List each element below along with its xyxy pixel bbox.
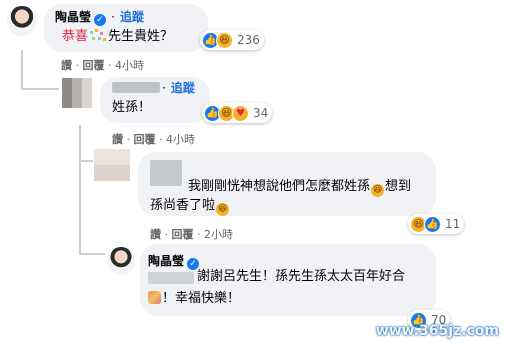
separator-dot: · — [111, 10, 115, 24]
avatar[interactable] — [94, 149, 130, 181]
comment-actions: 讚 · 回覆 · 2小時 — [150, 226, 233, 242]
comment-text: 孫尚香了啦 😆 — [150, 197, 230, 216]
separator-dot: · — [108, 59, 112, 72]
haha-icon: 😆 — [216, 203, 230, 216]
comment-text-highlight: 恭喜 — [62, 29, 89, 44]
comment-actions: 讚 · 回覆 · 4小時 — [112, 131, 195, 147]
thread-line — [79, 160, 93, 162]
thread-line — [21, 88, 59, 90]
thread-line — [79, 253, 105, 255]
reaction-count: 34 — [253, 106, 269, 120]
comment-header: 陶晶瑩 ✓ · 追蹤 — [55, 8, 144, 26]
redacted-text — [148, 272, 194, 284]
comment-text-line2: ！幸福快樂！ — [162, 291, 241, 306]
reactions-summary[interactable]: 👍 😆 236 — [200, 30, 264, 50]
comment-text-main: 先生貴姓？ — [108, 29, 174, 44]
watermark: www.365jz.com — [375, 323, 499, 339]
reactions-summary[interactable]: 😆 👍 11 — [408, 214, 465, 234]
separator-dot: · — [164, 228, 169, 241]
avatar[interactable] — [7, 6, 37, 36]
comment-text-line2: 孫尚香了啦 — [150, 198, 216, 213]
timestamp[interactable]: 4小時 — [166, 133, 195, 146]
like-action[interactable]: 讚 — [150, 228, 161, 241]
reply-action[interactable]: 回覆 — [83, 59, 105, 72]
like-icon: 👍 — [424, 215, 441, 233]
redacted-author-name — [112, 82, 160, 93]
avatar[interactable] — [107, 247, 135, 275]
author-name[interactable]: 陶晶瑩 — [148, 254, 184, 268]
thread-line — [21, 50, 23, 90]
comment-text: 謝謝呂先生！孫先生孫太太百年好合 — [197, 269, 406, 284]
care-icon: ♥ — [232, 104, 249, 122]
timestamp[interactable]: 2小時 — [204, 228, 233, 241]
follow-button[interactable]: 追蹤 — [171, 81, 195, 95]
like-action[interactable]: 讚 — [61, 59, 72, 72]
separator-dot: · — [75, 59, 80, 72]
separator-dot: · — [197, 228, 201, 241]
separator-dot: · — [126, 133, 131, 146]
separator-dot: · — [162, 81, 166, 95]
comment-header: 陶晶瑩 ✓ — [148, 252, 200, 270]
author-name[interactable]: 陶晶瑩 — [55, 10, 91, 24]
reply-action[interactable]: 回覆 — [134, 133, 156, 146]
timestamp[interactable]: 4小時 — [115, 59, 144, 72]
avatar[interactable] — [62, 78, 92, 108]
verified-icon: ✓ — [94, 14, 107, 26]
reply-action[interactable]: 回覆 — [172, 228, 194, 241]
reaction-count: 236 — [237, 33, 260, 47]
haha-icon: 😆 — [216, 31, 233, 49]
comment-header: · 追蹤 — [162, 79, 195, 96]
thread-line — [79, 125, 81, 255]
comment-text-line1-a: 我剛剛恍神想說他們怎麼都姓孫 — [188, 179, 371, 194]
like-action[interactable]: 讚 — [112, 133, 123, 146]
comment-text: ！幸福快樂！ — [148, 290, 240, 308]
reaction-count: 11 — [445, 217, 461, 231]
haha-icon: 😆 — [371, 184, 385, 197]
reactions-summary[interactable]: 👍 😆 ♥ 34 — [202, 103, 273, 123]
comment-actions: 讚 · 回覆 · 4小時 — [61, 57, 144, 73]
follow-button[interactable]: 追蹤 — [120, 10, 144, 24]
comment-text-line1-b: 想到 — [385, 179, 412, 194]
comment-text: 我剛剛恍神想說他們怎麼都姓孫 😆 想到 — [188, 178, 411, 197]
comment-text: 恭喜 先生貴姓？ — [62, 29, 173, 45]
redacted-author-name — [150, 160, 182, 186]
party-popper-icon — [148, 291, 161, 304]
separator-dot: · — [159, 133, 163, 146]
confetti-icon — [89, 29, 107, 42]
comment-text: 姓孫！ — [112, 100, 152, 115]
